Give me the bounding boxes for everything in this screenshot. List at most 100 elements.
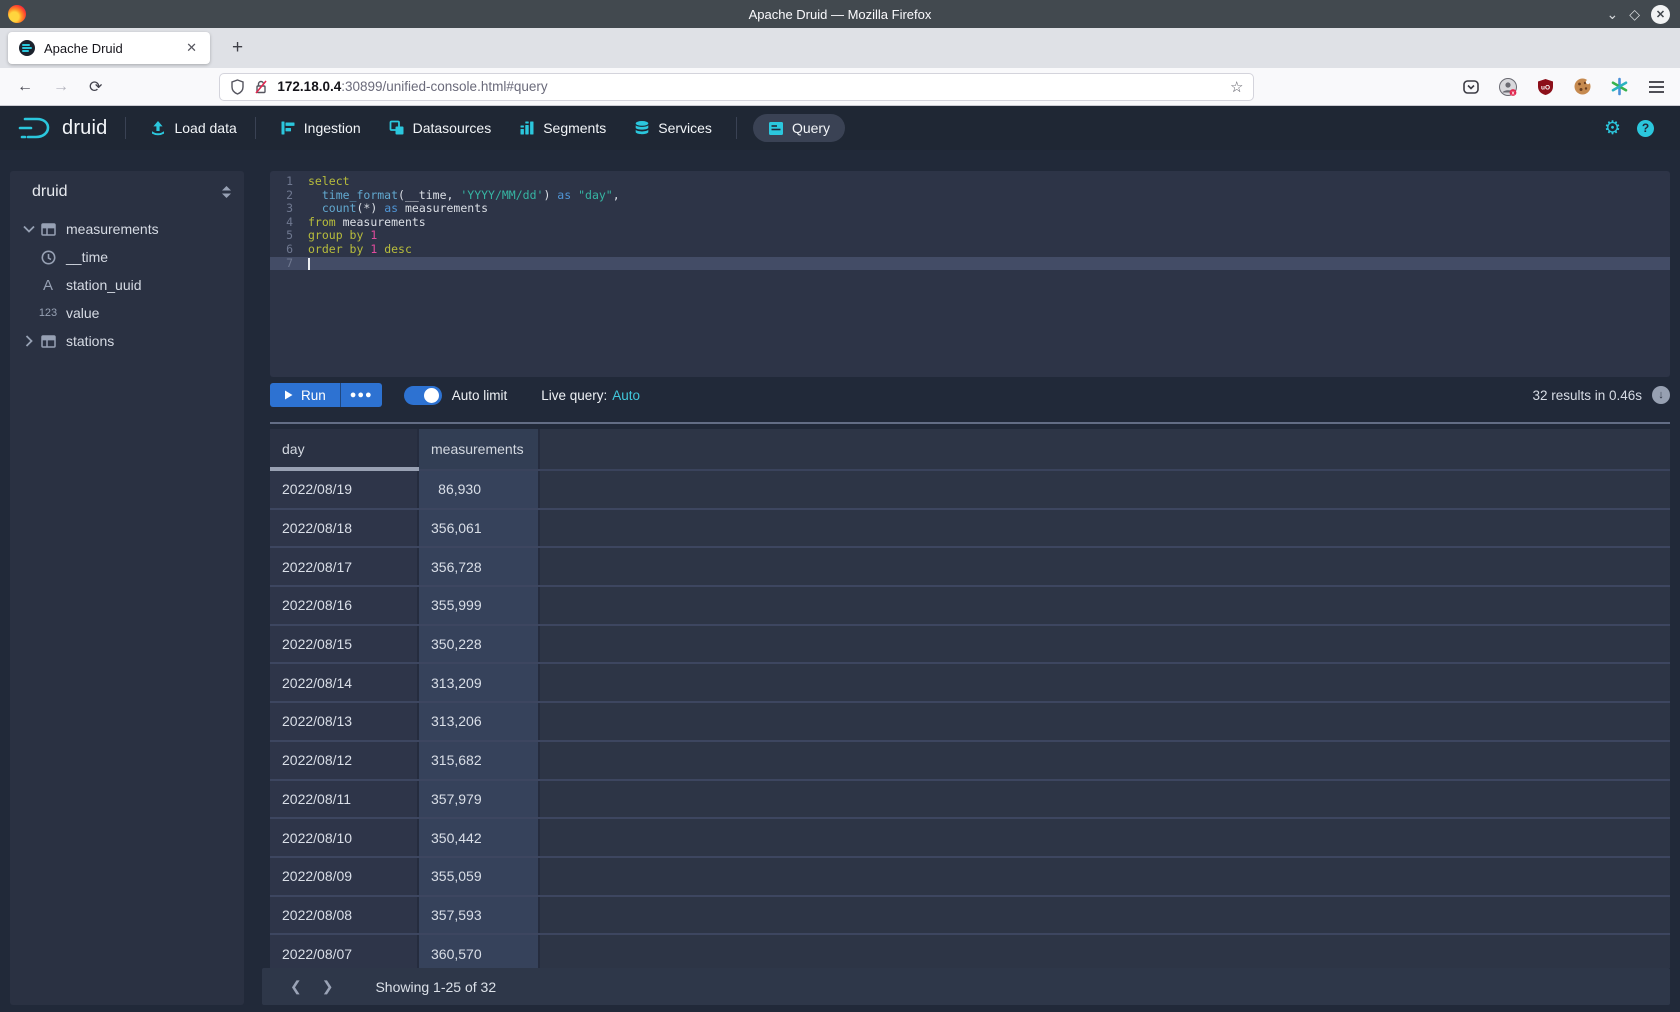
forward-button[interactable]: → [46,75,76,99]
pocket-icon[interactable] [1459,75,1483,99]
auto-limit-toggle[interactable] [404,386,442,405]
time-icon [38,250,58,265]
nav-item-segments[interactable]: Segments [519,120,606,136]
cell-measurements[interactable]: 313,209 [419,664,540,701]
next-page-icon[interactable]: ❯ [312,976,344,997]
run-more-button[interactable]: ●●● [341,383,382,407]
new-tab-button[interactable]: + [224,37,251,59]
cell-filler [540,471,1670,508]
tree-item-stations[interactable]: stations [10,327,244,355]
nav-divider [736,117,737,139]
run-button[interactable]: Run [270,383,340,407]
cell-day[interactable]: 2022/08/13 [270,703,419,740]
tree-item-measurements[interactable]: measurements [10,215,244,243]
url-path: :30899/unified-console.html#query [341,79,547,94]
druid-logo-icon[interactable] [18,115,54,141]
cell-measurements[interactable]: 355,999 [419,587,540,624]
nav-item-ingestion[interactable]: Ingestion [280,120,361,136]
cell-measurements[interactable]: 350,442 [419,819,540,856]
help-icon[interactable]: ? [1637,120,1654,137]
settings-gear-icon[interactable]: ⚙ [1604,119,1621,138]
download-icon[interactable]: ↓ [1652,386,1670,404]
cell-day[interactable]: 2022/08/18 [270,510,419,547]
bookmark-star-icon[interactable]: ☆ [1230,78,1243,96]
nav-item-datasources[interactable]: Datasources [389,120,492,136]
chevron-down-icon[interactable] [20,225,38,233]
cell-measurements[interactable]: 313,206 [419,703,540,740]
editor-line: 7 [270,257,1670,271]
play-icon [284,390,293,400]
editor-line: 6order by 1 desc [270,243,1670,257]
reload-button[interactable]: ⟳ [82,74,109,100]
editor-line: 4from measurements [270,216,1670,230]
cell-measurements[interactable]: 86,930 [419,471,540,508]
tree-item-label: __time [66,249,108,265]
cell-filler [540,664,1670,701]
nav-item-query-active[interactable]: Query [753,114,845,142]
prev-page-icon[interactable]: ❮ [280,976,312,997]
ublock-icon[interactable]: uO [1533,75,1557,99]
cell-day[interactable]: 2022/08/15 [270,626,419,663]
close-icon[interactable]: ✕ [1651,5,1670,24]
url-host: 172.18.0.4 [277,79,341,94]
insecure-lock-icon[interactable] [254,79,268,95]
maximize-icon[interactable]: ◇ [1629,7,1640,21]
cell-day[interactable]: 2022/08/16 [270,587,419,624]
shield-icon[interactable] [230,79,245,95]
run-button-label: Run [301,388,326,403]
cell-day[interactable]: 2022/08/17 [270,548,419,585]
tree-item-value[interactable]: 123 value [10,299,244,327]
druid-wordmark: druid [62,117,107,140]
tab-apache-druid[interactable]: Apache Druid ✕ [8,32,210,64]
tab-close-icon[interactable]: ✕ [181,38,202,58]
cell-measurements[interactable]: 355,059 [419,858,540,895]
query-icon [768,121,784,136]
cookie-icon[interactable] [1570,75,1594,99]
nav-label: Segments [543,120,606,136]
schema-name: druid [32,183,68,201]
cell-measurements[interactable]: 356,728 [419,548,540,585]
line-number: 1 [270,175,300,189]
account-icon[interactable]: x [1496,75,1520,99]
window-title: Apache Druid — Mozilla Firefox [0,7,1680,22]
cell-day[interactable]: 2022/08/10 [270,819,419,856]
tree-item-station-uuid[interactable]: A station_uuid [10,271,244,299]
cell-measurements[interactable]: 350,228 [419,626,540,663]
column-header-measurements[interactable]: measurements [419,429,540,469]
cell-day[interactable]: 2022/08/08 [270,897,419,934]
table-row: 2022/08/12315,682 [270,742,1670,781]
nav-item-load-data[interactable]: Load data [150,120,236,136]
live-query-label: Live query: [541,388,607,403]
nav-item-services[interactable]: Services [634,120,712,136]
query-view: druid measurements __time [0,150,1680,980]
cell-measurements[interactable]: 360,570 [419,935,540,968]
url-bar[interactable]: 172.18.0.4:30899/unified-console.html#qu… [219,73,1254,101]
sort-icon[interactable] [221,185,232,199]
cell-measurements[interactable]: 315,682 [419,742,540,779]
tab-bar: Apache Druid ✕ + [0,28,1680,68]
back-button[interactable]: ← [10,75,40,99]
editor-line: 5group by 1 [270,229,1670,243]
cell-measurements[interactable]: 357,979 [419,781,540,818]
table-row: 2022/08/07360,570 [270,935,1670,968]
cell-day[interactable]: 2022/08/11 [270,781,419,818]
line-number: 6 [270,243,300,257]
cell-day[interactable]: 2022/08/12 [270,742,419,779]
tree-item-time[interactable]: __time [10,243,244,271]
cell-day[interactable]: 2022/08/19 [270,471,419,508]
containers-icon[interactable] [1607,75,1631,99]
column-header-day[interactable]: day [270,429,419,469]
minimize-icon[interactable]: ⌄ [1606,7,1618,21]
menu-icon[interactable] [1644,75,1668,99]
datasources-icon [389,120,405,136]
cell-measurements[interactable]: 356,061 [419,510,540,547]
cell-day[interactable]: 2022/08/07 [270,935,419,968]
live-query-value[interactable]: Auto [612,388,640,403]
table-row: 2022/08/17356,728 [270,548,1670,587]
cell-day[interactable]: 2022/08/09 [270,858,419,895]
chevron-right-icon[interactable] [20,335,38,347]
cell-day[interactable]: 2022/08/14 [270,664,419,701]
nav-label: Services [658,120,712,136]
cell-measurements[interactable]: 357,593 [419,897,540,934]
sql-editor[interactable]: 1select2 time_format(__time, 'YYYY/MM/dd… [270,171,1670,377]
